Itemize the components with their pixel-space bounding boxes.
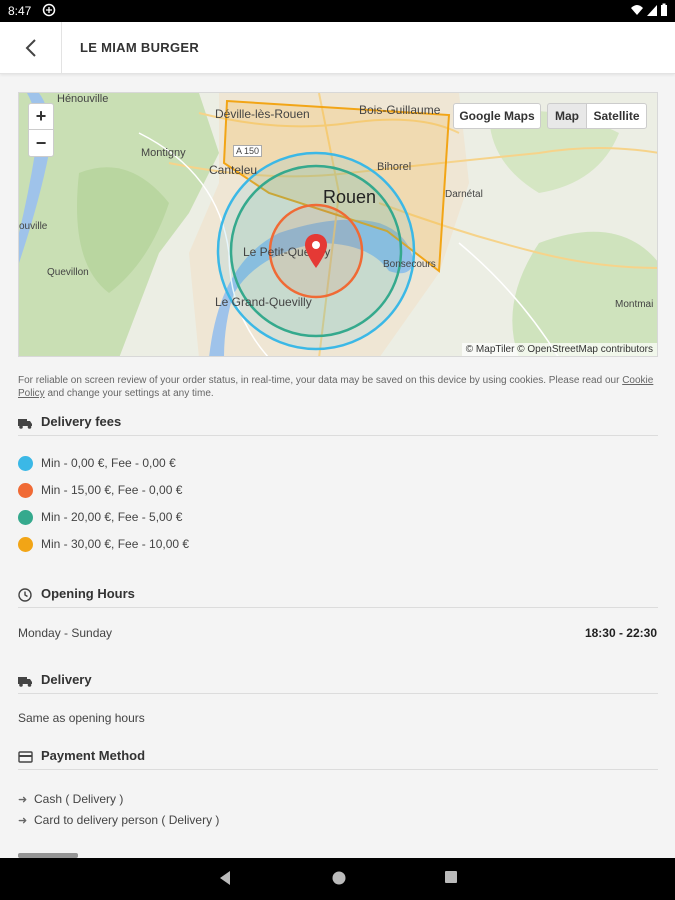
- delivery-title: Delivery: [41, 672, 92, 687]
- payment-method-header: Payment Method: [18, 748, 658, 770]
- payment-icon: [18, 751, 33, 763]
- map-tiles: [19, 93, 657, 356]
- payment-method-title: Payment Method: [41, 748, 146, 763]
- map-label-quevillon: Quevillon: [47, 267, 89, 278]
- fee-label: Min - 30,00 €, Fee - 10,00 €: [41, 537, 190, 551]
- cookie-text-after: and change your settings at any time.: [47, 388, 214, 399]
- map-label-bois-guillaume: Bois-Guillaume: [359, 103, 441, 117]
- notification-icon: [42, 3, 56, 17]
- back-button[interactable]: [0, 22, 62, 74]
- cookie-text: For reliable on screen review of your or…: [18, 375, 620, 386]
- fee-label: Min - 0,00 €, Fee - 0,00 €: [41, 456, 176, 470]
- nav-back-icon[interactable]: [218, 870, 232, 886]
- fee-row: Min - 15,00 €, Fee - 0,00 €: [18, 482, 182, 498]
- opening-hours-value: 18:30 - 22:30: [584, 626, 657, 640]
- payment-item-label: Cash ( Delivery ): [34, 792, 124, 806]
- signal-icon: [647, 5, 657, 16]
- delivery-fees-header: Delivery fees: [18, 414, 658, 436]
- fee-label: Min - 20,00 €, Fee - 5,00 €: [41, 510, 183, 524]
- map-label-rouen: Rouen: [323, 187, 377, 207]
- nav-home-icon[interactable]: [331, 870, 347, 886]
- wifi-icon: [631, 5, 643, 15]
- payment-item-label: Card to delivery person ( Delivery ): [34, 813, 220, 827]
- zoom-out-button[interactable]: −: [29, 130, 53, 156]
- map-label-deville: Déville-lès-Rouen: [215, 107, 310, 121]
- fee-row: Min - 30,00 €, Fee - 10,00 €: [18, 536, 189, 552]
- fee-color-dot: [18, 455, 33, 471]
- satellite-type-button[interactable]: Satellite: [586, 103, 647, 129]
- clock-icon: [18, 588, 32, 602]
- map-label-le-grand-quevilly: Le Grand-Quevilly: [215, 295, 312, 309]
- zoom-control: + −: [28, 103, 54, 157]
- opening-hours-header: Opening Hours: [18, 586, 658, 608]
- fee-label: Min - 15,00 €, Fee - 0,00 €: [41, 483, 183, 497]
- nav-recents-icon[interactable]: [444, 870, 458, 884]
- fee-color-dot: [18, 482, 33, 498]
- zoom-in-button[interactable]: +: [29, 104, 53, 130]
- battery-icon: [661, 3, 667, 16]
- back-arrow-icon: [25, 39, 36, 57]
- map-label-henouville: Hénouville: [57, 93, 109, 105]
- google-maps-button[interactable]: Google Maps: [453, 103, 541, 129]
- map-label-ouville: ouville: [19, 221, 48, 232]
- arrow-right-icon: ➜: [18, 793, 28, 806]
- map-label-a150: A 150: [233, 145, 263, 157]
- map-marker-icon[interactable]: [304, 233, 328, 269]
- opening-days: Monday - Sunday: [18, 626, 113, 640]
- payment-item: ➜ Card to delivery person ( Delivery ): [18, 813, 219, 827]
- fee-color-dot: [18, 536, 33, 552]
- delivery-text: Same as opening hours: [18, 711, 145, 725]
- status-time: 8:47: [8, 4, 32, 18]
- page-title: LE MIAM BURGER: [80, 40, 200, 55]
- map-attribution: © MapTiler © OpenStreetMap contributors: [461, 343, 657, 356]
- fee-row: Min - 0,00 €, Fee - 0,00 €: [18, 455, 176, 471]
- delivery-header: Delivery: [18, 672, 658, 694]
- map-label-bihorel: Bihorel: [377, 161, 412, 173]
- map-label-canteleu: Canteleu: [209, 163, 258, 177]
- arrow-right-icon: ➜: [18, 814, 28, 827]
- map-label-darnetal: Darnétal: [445, 189, 483, 200]
- cookie-notice: For reliable on screen review of your or…: [18, 374, 658, 400]
- truck-icon: [18, 677, 32, 687]
- delivery-fees-title: Delivery fees: [41, 414, 122, 429]
- map-type-button[interactable]: Map: [547, 103, 587, 129]
- map-label-montmain: Montmai: [615, 299, 654, 310]
- map-label-bonsecours: Bonsecours: [383, 259, 436, 270]
- app-bar: LE MIAM BURGER: [0, 22, 675, 74]
- status-bar: 8:47: [0, 0, 675, 22]
- system-nav-bar: [0, 858, 675, 900]
- truck-icon: [18, 419, 32, 429]
- fee-row: Min - 20,00 €, Fee - 5,00 €: [18, 509, 182, 525]
- opening-hours-title: Opening Hours: [41, 586, 135, 601]
- delivery-map[interactable]: Hénouville Déville-lès-Rouen Bois-Guilla…: [18, 92, 658, 357]
- payment-item: ➜ Cash ( Delivery ): [18, 792, 123, 806]
- fee-color-dot: [18, 509, 33, 525]
- map-label-montigny: Montigny: [141, 147, 186, 159]
